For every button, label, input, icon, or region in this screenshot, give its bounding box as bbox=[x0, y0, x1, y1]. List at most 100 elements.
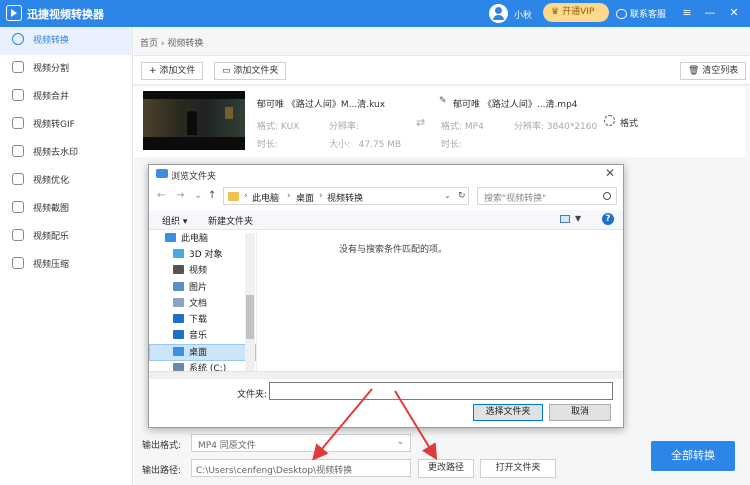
app-logo-icon bbox=[6, 5, 22, 21]
up-arrow-icon[interactable]: ↑ bbox=[208, 190, 216, 201]
source-file-name: 郁可唯 《路过人间》M...清.kux bbox=[257, 100, 386, 110]
address-separator: › bbox=[244, 191, 248, 201]
help-icon[interactable]: ? bbox=[602, 213, 614, 225]
support-button[interactable]: 联系客服 bbox=[616, 7, 666, 20]
tree-item[interactable]: 图片 bbox=[149, 280, 256, 296]
browse-folder-dialog: 浏览文件夹 ✕ ← → ⌄ ↑ › 此电脑 › 桌面 › 视频转换 ⌄ ↻ 搜索… bbox=[148, 164, 624, 428]
history-chevron-icon[interactable]: ⌄ bbox=[194, 190, 202, 201]
support-label: 联系客服 bbox=[630, 10, 667, 20]
file-item[interactable]: 郁可唯 《路过人间》M...清.kux 格式: KUX 分辨率: 时长: 大小:… bbox=[134, 87, 746, 157]
toolbar: + 添加文件 ▭ 添加文件夹 🗑 清空列表 bbox=[134, 55, 750, 85]
sidebar-item-optimize[interactable]: 视频优化 bbox=[0, 167, 132, 195]
tree-item-selected[interactable]: 桌面 bbox=[149, 344, 256, 361]
folder-input[interactable] bbox=[269, 382, 613, 400]
trash-icon: 🗑 bbox=[688, 66, 703, 76]
organize-menu[interactable]: 组织 ▾ bbox=[162, 214, 187, 227]
tree-item[interactable]: 下载 bbox=[149, 312, 256, 328]
computer-icon bbox=[165, 233, 176, 242]
format-settings-label[interactable]: 格式 bbox=[620, 116, 638, 129]
vip-button[interactable]: ♛ 开通VIP bbox=[543, 3, 609, 22]
select-folder-button[interactable]: 选择文件夹 bbox=[473, 404, 543, 421]
view-dropdown-icon[interactable]: ▼ bbox=[575, 214, 581, 223]
address-bar[interactable]: › 此电脑 › 桌面 › 视频转换 ⌄ ↻ bbox=[223, 187, 469, 205]
address-dropdown-icon[interactable]: ⌄ bbox=[444, 191, 451, 200]
music-icon bbox=[12, 229, 24, 241]
sidebar-item-label: 视频转换 bbox=[33, 36, 70, 46]
menu-icon[interactable]: ≡ bbox=[680, 5, 694, 21]
settings-gear-icon[interactable] bbox=[604, 115, 615, 126]
sidebar-item-compress[interactable]: 视频压缩 bbox=[0, 251, 132, 279]
breadcrumb: 首页 › 视频转换 bbox=[140, 36, 203, 49]
address-crumb[interactable]: 此电脑 bbox=[252, 191, 279, 204]
view-mode-icon[interactable] bbox=[560, 215, 570, 223]
optimize-icon bbox=[12, 173, 24, 185]
thumbnail-figure bbox=[187, 111, 197, 135]
horizontal-scrollbar[interactable] bbox=[149, 371, 623, 379]
tree-item[interactable]: 3D 对象 bbox=[149, 247, 256, 263]
tree-item[interactable]: 文档 bbox=[149, 296, 256, 312]
pictures-icon bbox=[173, 281, 184, 291]
resolution-label: 分辨率: bbox=[514, 122, 545, 132]
minimize-icon[interactable]: — bbox=[703, 5, 717, 21]
username[interactable]: 小秋 bbox=[514, 8, 532, 21]
sidebar-item-music[interactable]: 视频配乐 bbox=[0, 223, 132, 251]
output-format-select[interactable]: MP4 同原文件 ⌄ bbox=[191, 434, 411, 452]
add-folder-button[interactable]: ▭ 添加文件夹 bbox=[214, 62, 287, 80]
new-folder-button[interactable]: 新建文件夹 bbox=[208, 214, 253, 227]
folder-tree: 此电脑 3D 对象 视频 图片 文档 下载 音乐 桌面 系统 (C:) bbox=[149, 231, 257, 373]
back-arrow-icon[interactable]: ← bbox=[157, 190, 165, 201]
cancel-button[interactable]: 取消 bbox=[549, 404, 611, 421]
open-folder-button[interactable]: 打开文件夹 bbox=[480, 459, 556, 478]
tree-scroll-thumb[interactable] bbox=[246, 295, 254, 339]
add-file-button[interactable]: + 添加文件 bbox=[141, 62, 204, 80]
breadcrumb-separator: › bbox=[160, 39, 165, 49]
command-bar: 组织 ▾ 新建文件夹 ▼ ? bbox=[149, 210, 623, 230]
source-size: 大小: 47.75 MB bbox=[329, 137, 401, 150]
output-path-field[interactable]: C:\Users\cenfeng\Desktop\视频转换 bbox=[191, 459, 411, 477]
target-file-name: 郁可唯 《路过人间》...清.mp4 bbox=[453, 100, 578, 110]
sidebar-item-video-merge[interactable]: 视频合并 bbox=[0, 83, 132, 111]
change-path-button[interactable]: 更改路径 bbox=[418, 459, 474, 478]
refresh-icon[interactable]: ↻ bbox=[458, 191, 466, 201]
video-thumbnail[interactable] bbox=[143, 91, 245, 150]
sidebar-item-label: 视频截图 bbox=[33, 204, 70, 214]
sidebar-item-watermark[interactable]: 视频去水印 bbox=[0, 139, 132, 167]
tree-item-label: 视频 bbox=[189, 266, 208, 277]
address-separator: › bbox=[287, 191, 291, 201]
tree-item-label: 文档 bbox=[189, 298, 208, 309]
search-icon bbox=[603, 192, 611, 200]
sidebar-item-label: 视频合并 bbox=[33, 92, 70, 102]
target-format: 格式: MP4 bbox=[441, 119, 484, 132]
sidebar-item-video-split[interactable]: 视频分割 bbox=[0, 55, 132, 83]
search-input[interactable]: 搜索"视频转换" bbox=[477, 187, 617, 205]
clear-list-button[interactable]: 🗑 清空列表 bbox=[680, 62, 747, 80]
address-row: ← → ⌄ ↑ › 此电脑 › 桌面 › 视频转换 ⌄ ↻ 搜索"视频转换" bbox=[149, 186, 623, 208]
format-value: KUX bbox=[280, 122, 300, 132]
sidebar-item-video-gif[interactable]: 视频转GIF bbox=[0, 111, 132, 139]
sidebar-item-screenshot[interactable]: 视频截图 bbox=[0, 195, 132, 223]
breadcrumb-current: 视频转换 bbox=[167, 39, 204, 49]
user-avatar-icon[interactable] bbox=[489, 4, 508, 23]
close-icon[interactable]: ✕ bbox=[727, 5, 741, 21]
sidebar-item-video-convert[interactable]: 视频转换 bbox=[0, 27, 132, 55]
video-folder-icon bbox=[173, 265, 184, 275]
tree-item-label: 下载 bbox=[189, 314, 208, 325]
breadcrumb-home[interactable]: 首页 bbox=[140, 39, 158, 49]
3d-objects-icon bbox=[173, 249, 184, 259]
convert-all-button[interactable]: 全部转换 bbox=[651, 441, 735, 471]
video-merge-icon bbox=[12, 89, 24, 101]
target-resolution: 分辨率: 3840*2160 bbox=[514, 119, 597, 132]
sidebar-item-label: 视频去水印 bbox=[33, 148, 79, 158]
address-crumb[interactable]: 视频转换 bbox=[327, 191, 363, 204]
forward-arrow-icon[interactable]: → bbox=[176, 190, 184, 201]
tree-item[interactable]: 此电脑 bbox=[149, 231, 256, 247]
format-value: MP4 bbox=[464, 122, 484, 132]
address-crumb[interactable]: 桌面 bbox=[296, 191, 314, 204]
tree-item[interactable]: 视频 bbox=[149, 263, 256, 279]
edit-name-icon[interactable]: ✎ bbox=[439, 96, 447, 106]
vip-label: 开通VIP bbox=[562, 7, 595, 17]
crown-icon: ♛ bbox=[551, 7, 560, 17]
target-duration-label: 时长: bbox=[441, 140, 463, 150]
tree-item[interactable]: 音乐 bbox=[149, 328, 256, 344]
dialog-close-icon[interactable]: ✕ bbox=[605, 166, 615, 180]
